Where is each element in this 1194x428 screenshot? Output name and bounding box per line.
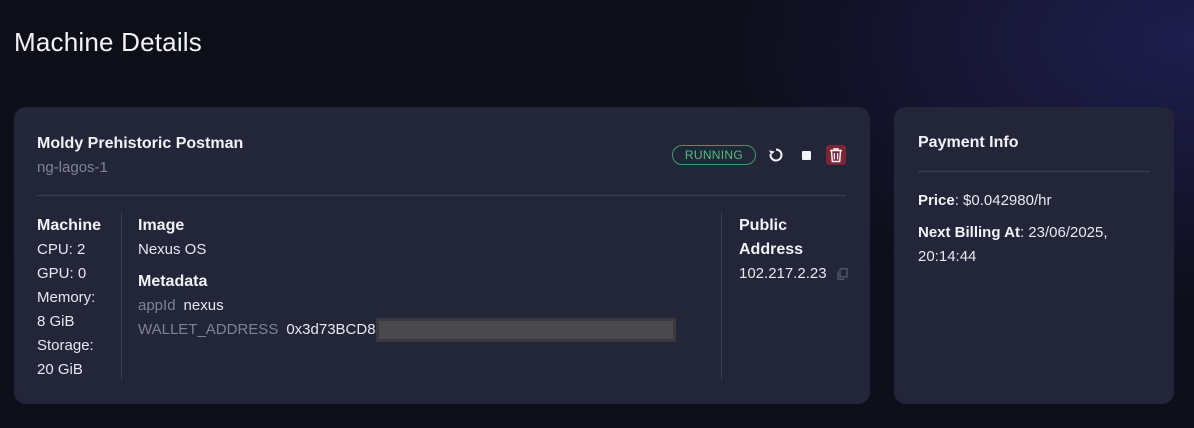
image-value: Nexus OS	[138, 241, 207, 258]
cpu-value: CPU: 2	[37, 241, 86, 258]
public-address-value[interactable]: 102.217.2.23	[739, 265, 827, 282]
metadata-value: 0x3d73BCD8	[286, 321, 376, 338]
column-divider	[121, 212, 122, 380]
price-row: Price: $0.042980/hr	[918, 189, 1158, 213]
payment-card: Payment Info Price: $0.042980/hr Next Bi…	[894, 107, 1174, 404]
restart-icon	[769, 148, 783, 162]
memory-value: 8 GiB	[37, 313, 75, 330]
machine-name: Moldy Prehistoric Postman	[37, 135, 244, 152]
page-title: Machine Details	[14, 27, 202, 57]
price-label: Price	[918, 192, 955, 209]
column-divider	[721, 212, 722, 380]
storage-label: Storage:	[37, 337, 94, 354]
memory-label: Memory:	[37, 289, 96, 306]
image-section: Image Nexus OS Metadata appId nexus WALL…	[138, 214, 723, 342]
public-address-section: Public Address 102.217.2.23	[739, 214, 849, 286]
storage-value: 20 GiB	[37, 361, 83, 378]
public-address-heading-line1: Public	[739, 217, 788, 234]
metadata-row-appid: appId nexus	[138, 294, 723, 318]
metadata-key: appId	[138, 297, 176, 314]
machine-actions: RUNNING	[671, 144, 846, 166]
copy-icon[interactable]	[837, 268, 848, 280]
stop-button[interactable]	[796, 145, 816, 165]
public-address-heading-line2: Address	[739, 241, 804, 258]
stop-icon	[801, 150, 811, 160]
price-value: : $0.042980/hr	[954, 192, 1052, 209]
payment-divider	[918, 171, 1150, 172]
billing-label: Next Billing At	[918, 224, 1020, 241]
machine-region: ng-lagos-1	[37, 159, 108, 176]
payment-title: Payment Info	[918, 134, 1019, 151]
machine-specs: Machine CPU: 2 GPU: 0 Memory: 8 GiB Stor…	[37, 214, 121, 382]
header-divider	[37, 195, 846, 196]
metadata-row-wallet: WALLET_ADDRESS 0x3d73BCD8	[138, 318, 723, 342]
status-badge: RUNNING	[671, 145, 756, 165]
machine-card: Moldy Prehistoric Postman ng-lagos-1 RUN…	[14, 107, 870, 404]
gpu-value: GPU: 0	[37, 265, 87, 282]
payment-body: Price: $0.042980/hr Next Billing At: 23/…	[918, 189, 1158, 277]
public-address-row: 102.217.2.23	[739, 262, 849, 286]
billing-row: Next Billing At: 23/06/2025, 20:14:44	[918, 221, 1158, 269]
redaction-box	[375, 318, 676, 342]
restart-button[interactable]	[766, 145, 786, 165]
metadata-heading: Metadata	[138, 273, 208, 290]
trash-icon	[830, 148, 842, 163]
machine-heading: Machine	[37, 217, 102, 234]
image-heading: Image	[138, 217, 185, 234]
delete-button[interactable]	[826, 145, 846, 165]
metadata-value: nexus	[183, 297, 224, 314]
metadata-key: WALLET_ADDRESS	[138, 321, 279, 338]
